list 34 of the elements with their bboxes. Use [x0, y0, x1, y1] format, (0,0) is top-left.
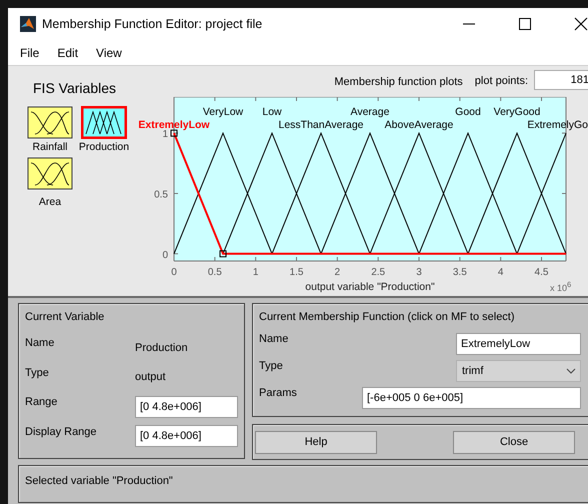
plot-points-label: plot points: — [474, 75, 528, 87]
tick-label: 3.5 — [452, 267, 467, 278]
field-label: Name — [25, 336, 56, 349]
tick-label: 2.5 — [371, 267, 386, 278]
tick-label: 1 — [252, 267, 258, 278]
tick-label: 0.5 — [154, 189, 168, 200]
field-label: Range — [25, 395, 58, 408]
axis-multiplier: x 10$^{6}$ — [550, 280, 572, 293]
panel-title: Current Variable — [25, 311, 106, 323]
tick-label: 2 — [334, 267, 340, 278]
tick-label: 1 — [162, 129, 168, 140]
tick-label: 0.5 — [208, 267, 222, 278]
window-title: Membership Function Editor: project file — [42, 17, 262, 31]
tick-label: 4 — [498, 267, 504, 278]
tick-label: 0 — [162, 250, 168, 261]
field-label: Type — [259, 360, 283, 372]
field-value: output — [135, 371, 166, 384]
panel-title: Current Membership Function (click on MF to select) — [259, 311, 516, 323]
variable-label: Production — [78, 141, 130, 153]
field-value: Production — [135, 342, 188, 354]
variable-label: Area — [38, 196, 62, 208]
field-label: Params — [259, 387, 297, 399]
status-text: Selected variable "Production" — [25, 475, 173, 487]
axis-title: output variable "Production" — [305, 281, 435, 293]
plot-title: Membership function plots — [334, 76, 463, 88]
tick-label: 3 — [416, 267, 422, 278]
tick-label: 1.5 — [290, 267, 304, 278]
tick-label: 4.5 — [534, 267, 548, 278]
field-label: Type — [25, 366, 50, 378]
field-label: Name — [259, 333, 288, 345]
field-label: Display Range — [25, 424, 98, 438]
variable-label: Rainfall — [32, 141, 68, 153]
tick-label: 0 — [171, 267, 177, 278]
section-title: FIS Variables — [33, 80, 117, 96]
